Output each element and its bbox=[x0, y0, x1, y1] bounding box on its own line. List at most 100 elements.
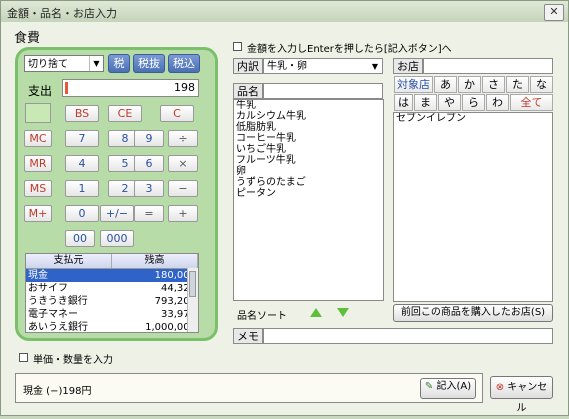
chevron-down-icon: ▼ bbox=[89, 56, 103, 71]
account-balance: 180,000 bbox=[154, 270, 196, 281]
cancel-icon: ⊗ bbox=[495, 382, 505, 393]
memory-add-key[interactable]: M+ bbox=[24, 205, 52, 222]
pencil-icon: ✎ bbox=[424, 381, 434, 392]
list-item[interactable]: 牛乳 bbox=[234, 100, 383, 111]
account-name: あいうえ銀行 bbox=[28, 322, 88, 333]
scrollbar-thumb[interactable] bbox=[189, 271, 196, 297]
item-list[interactable]: 牛乳 カルシウム牛乳 低脂肪乳 コーヒー牛乳 いちご牛乳 フルーツ牛乳 卵 うず… bbox=[233, 99, 384, 301]
kana-ma-button[interactable]: ま bbox=[414, 94, 437, 111]
kana-ta-button[interactable]: た bbox=[506, 76, 529, 93]
list-item[interactable]: セブンイレブン bbox=[394, 113, 552, 124]
unit-price-label: 単価・数量を入力 bbox=[33, 355, 113, 366]
kana-ka-button[interactable]: か bbox=[458, 76, 481, 93]
rounding-value: 切り捨て bbox=[28, 59, 68, 70]
account-name: 電子マネー bbox=[28, 309, 78, 320]
account-table[interactable]: 支払元 残高 現金 180,000 おサイフ 44,320 うきうき銀行 793,20… bbox=[25, 253, 199, 333]
calculator-panel: 切り捨て ▼ 税 税抜 税込 支出 198 BS CE C MC 7 8 9 ÷… bbox=[15, 47, 218, 341]
column-balance: 残高 bbox=[112, 254, 198, 268]
list-item[interactable]: 卵 bbox=[234, 166, 383, 177]
tax-button[interactable]: 税 bbox=[108, 54, 130, 73]
unit-price-checkbox[interactable] bbox=[19, 353, 28, 362]
last-purchased-shop-button[interactable]: 前回この商品を購入したお店(S) bbox=[393, 304, 553, 322]
close-button[interactable]: ✕ bbox=[544, 4, 564, 21]
category-value: 牛乳・卵 bbox=[267, 61, 307, 72]
cancel-button[interactable]: ⊗ キャンセル bbox=[490, 376, 553, 414]
account-scrollbar[interactable] bbox=[187, 268, 198, 332]
input-caret bbox=[65, 82, 68, 94]
list-item[interactable]: コーヒー牛乳 bbox=[234, 133, 383, 144]
list-item[interactable]: いちご牛乳 bbox=[234, 144, 383, 155]
memo-label: メモ bbox=[233, 328, 263, 344]
record-button-label: 記入(A) bbox=[436, 381, 472, 392]
cancel-button-label: キャンセル bbox=[507, 382, 548, 414]
column-source: 支払元 bbox=[26, 254, 112, 268]
account-name: おサイフ bbox=[28, 283, 68, 294]
shop-list[interactable]: セブンイレブン bbox=[393, 112, 553, 302]
equals-key[interactable]: = bbox=[134, 205, 164, 222]
sort-up-icon[interactable] bbox=[310, 308, 322, 317]
enter-to-record-label: 金額を入力しEnterを押したら[記入ボタン]へ bbox=[247, 44, 452, 55]
sign-toggle-key[interactable]: +/− bbox=[100, 205, 134, 222]
item-input[interactable] bbox=[263, 83, 383, 99]
triple-zero-key[interactable]: 000 bbox=[100, 230, 134, 247]
tax-exclusive-button[interactable]: 税抜 bbox=[133, 54, 165, 73]
table-row[interactable]: おサイフ 44,320 bbox=[26, 282, 198, 295]
memory-store-key[interactable]: MS bbox=[24, 180, 52, 197]
table-row[interactable]: 電子マネー 33,976 bbox=[26, 308, 198, 321]
record-button[interactable]: ✎ 記入(A) bbox=[420, 378, 476, 399]
memory-recall-key[interactable]: MR bbox=[24, 155, 52, 172]
account-table-header: 支払元 残高 bbox=[26, 254, 198, 269]
backspace-key[interactable]: BS bbox=[65, 105, 99, 122]
category-label: 内訳 bbox=[233, 58, 263, 74]
minus-key[interactable]: − bbox=[168, 180, 198, 197]
rounding-select[interactable]: 切り捨て ▼ bbox=[24, 55, 104, 72]
plus-key[interactable]: + bbox=[168, 205, 198, 222]
kana-ya-button[interactable]: や bbox=[438, 94, 461, 111]
list-item[interactable]: ピータン bbox=[234, 188, 383, 199]
filter-target-shop[interactable]: 対象店 bbox=[394, 76, 433, 93]
digit-9-key[interactable]: 9 bbox=[134, 130, 164, 147]
dialog-window: 金額・品名・お店入力 ✕ 食費 切り捨て ▼ 税 税抜 税込 支出 198 BS… bbox=[0, 0, 569, 416]
list-item[interactable]: フルーツ牛乳 bbox=[234, 155, 383, 166]
kana-ra-button[interactable]: ら bbox=[462, 94, 485, 111]
window-title: 金額・品名・お店入力 bbox=[7, 7, 117, 20]
digit-1-key[interactable]: 1 bbox=[65, 180, 99, 197]
enter-to-record-checkbox[interactable] bbox=[233, 42, 242, 51]
memo-input[interactable] bbox=[263, 328, 553, 344]
kana-wa-button[interactable]: わ bbox=[486, 94, 509, 111]
table-row[interactable]: あいうえ銀行 1,000,000 bbox=[26, 321, 198, 333]
category-heading: 食費 bbox=[14, 31, 41, 46]
list-item[interactable]: カルシウム牛乳 bbox=[234, 111, 383, 122]
amount-input[interactable]: 198 bbox=[62, 79, 199, 97]
kana-na-button[interactable]: な bbox=[530, 76, 553, 93]
tax-inclusive-button[interactable]: 税込 bbox=[168, 54, 200, 73]
memory-clear-key[interactable]: MC bbox=[24, 130, 52, 147]
digit-6-key[interactable]: 6 bbox=[134, 155, 164, 172]
digit-0-key[interactable]: 0 bbox=[65, 205, 99, 222]
list-item[interactable]: 低脂肪乳 bbox=[234, 122, 383, 133]
shop-label: お店 bbox=[393, 58, 423, 74]
account-balance: 1,000,000 bbox=[145, 322, 196, 333]
multiply-key[interactable]: × bbox=[168, 155, 198, 172]
kana-ha-button[interactable]: は bbox=[394, 94, 413, 111]
list-item[interactable]: うずらのたまご bbox=[234, 177, 383, 188]
clear-key[interactable]: C bbox=[160, 105, 194, 122]
show-all-button[interactable]: 全て bbox=[510, 94, 553, 111]
divide-key[interactable]: ÷ bbox=[168, 130, 198, 147]
item-label: 品名 bbox=[233, 83, 263, 99]
memory-indicator bbox=[25, 103, 51, 123]
kana-a-button[interactable]: あ bbox=[434, 76, 457, 93]
digit-7-key[interactable]: 7 bbox=[65, 130, 99, 147]
double-zero-key[interactable]: 00 bbox=[65, 230, 95, 247]
digit-3-key[interactable]: 3 bbox=[134, 180, 164, 197]
clear-entry-key[interactable]: CE bbox=[108, 105, 142, 122]
shop-input[interactable] bbox=[423, 58, 553, 74]
kana-sa-button[interactable]: さ bbox=[482, 76, 505, 93]
table-row[interactable]: うきうき銀行 793,202 bbox=[26, 295, 198, 308]
digit-4-key[interactable]: 4 bbox=[65, 155, 99, 172]
table-row[interactable]: 現金 180,000 bbox=[26, 269, 198, 282]
category-select[interactable]: 牛乳・卵 ▼ bbox=[263, 58, 383, 74]
sort-down-icon[interactable] bbox=[337, 308, 349, 317]
expense-label: 支出 bbox=[28, 84, 53, 98]
chevron-down-icon: ▼ bbox=[371, 62, 379, 71]
